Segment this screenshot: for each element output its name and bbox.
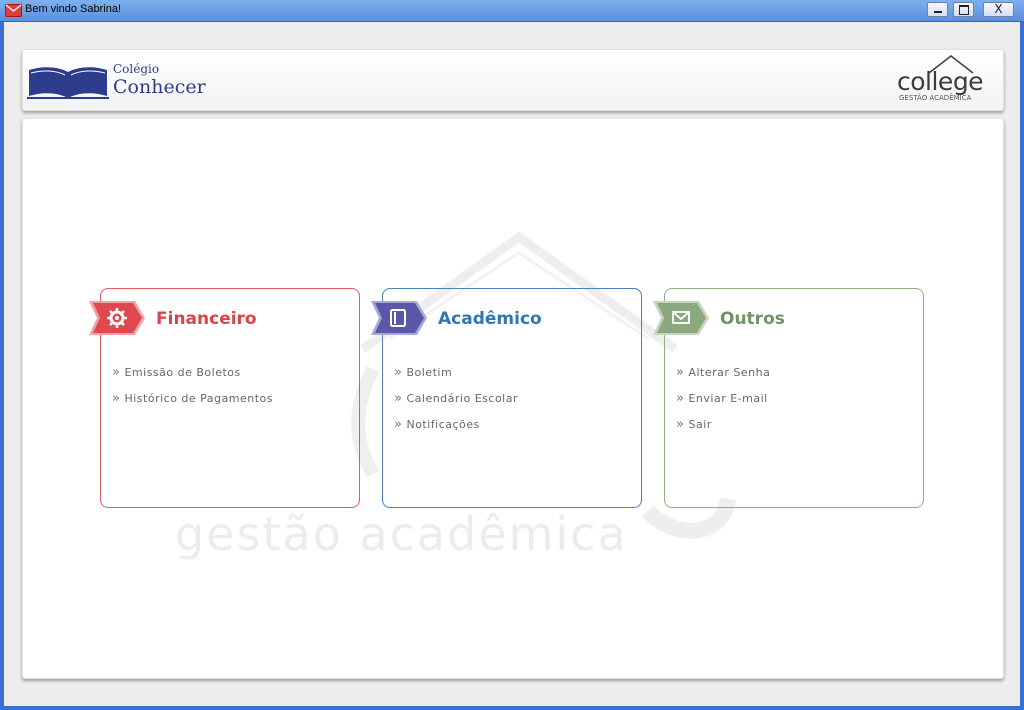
- card-title: Financeiro: [156, 309, 257, 329]
- chevron-right-icon: »: [394, 391, 403, 406]
- chevron-right-icon: »: [676, 365, 685, 380]
- link-boletim[interactable]: » Boletim: [394, 365, 518, 391]
- card-outros: Outros » Alterar Senha » Enviar E-mail » Sa…: [653, 288, 924, 508]
- main-panel: gestão acadêmica Financeiro » Emissão de …: [22, 118, 1004, 679]
- chevron-right-icon: »: [676, 417, 685, 432]
- link-enviar-email[interactable]: » Enviar E-mail: [676, 391, 770, 417]
- college-brand: college: [897, 67, 984, 96]
- link-alterar-senha[interactable]: » Alterar Senha: [676, 365, 770, 391]
- notebook-icon: [371, 301, 427, 335]
- link-label: Alterar Senha: [688, 366, 771, 379]
- maximize-button[interactable]: [953, 2, 974, 17]
- link-list: » Emissão de Boletos » Histórico de Pagame…: [112, 365, 273, 417]
- mail-app-icon: [5, 4, 22, 17]
- close-icon: X: [994, 2, 1003, 16]
- link-label: Emissão de Boletos: [124, 366, 241, 379]
- window-client-area: Colégio Conhecer college GESTÃO ACADÊMIC…: [4, 22, 1020, 706]
- logo-line1: Colégio: [113, 62, 160, 76]
- open-book-icon: [27, 67, 109, 99]
- link-label: Boletim: [406, 366, 453, 379]
- link-list: » Boletim » Calendário Escolar » Notificaçõ…: [394, 365, 518, 443]
- window-title: Bem vindo Sabrina!: [25, 3, 121, 15]
- chevron-right-icon: »: [394, 417, 403, 432]
- college-logo: college GESTÃO ACADÊMICA: [897, 54, 999, 106]
- card-financeiro: Financeiro » Emissão de Boletos » Históric…: [89, 288, 360, 508]
- link-historico-pagamentos[interactable]: » Histórico de Pagamentos: [112, 391, 273, 417]
- card-title: Outros: [720, 309, 785, 329]
- minimize-button[interactable]: [927, 2, 948, 17]
- link-notificacoes[interactable]: » Notificações: [394, 417, 518, 443]
- link-calendario-escolar[interactable]: » Calendário Escolar: [394, 391, 518, 417]
- link-label: Calendário Escolar: [406, 392, 518, 405]
- college-tagline: GESTÃO ACADÊMICA: [899, 94, 972, 102]
- envelope-icon: [653, 301, 709, 335]
- chevron-right-icon: »: [112, 391, 121, 406]
- link-label: Histórico de Pagamentos: [124, 392, 274, 405]
- link-list: » Alterar Senha » Enviar E-mail » Sair: [676, 365, 770, 443]
- logo-line2: Conhecer: [113, 76, 206, 98]
- link-label: Notificações: [406, 418, 480, 431]
- chevron-right-icon: »: [394, 365, 403, 380]
- link-label: Enviar E-mail: [688, 392, 768, 405]
- link-sair[interactable]: » Sair: [676, 417, 770, 443]
- school-logo: Colégio Conhecer: [27, 60, 247, 104]
- watermark-text: gestão acadêmica: [175, 507, 628, 561]
- close-button[interactable]: X: [983, 2, 1014, 17]
- chevron-right-icon: »: [112, 365, 121, 380]
- link-emissao-boletos[interactable]: » Emissão de Boletos: [112, 365, 273, 391]
- chevron-right-icon: »: [676, 391, 685, 406]
- card-title: Acadêmico: [438, 309, 542, 329]
- card-academico: Acadêmico » Boletim » Calendário Escolar »…: [371, 288, 642, 508]
- link-label: Sair: [688, 418, 712, 431]
- gear-icon: [89, 301, 145, 335]
- window-titlebar[interactable]: Bem vindo Sabrina! X: [0, 0, 1024, 22]
- header-panel: Colégio Conhecer college GESTÃO ACADÊMIC…: [22, 49, 1004, 111]
